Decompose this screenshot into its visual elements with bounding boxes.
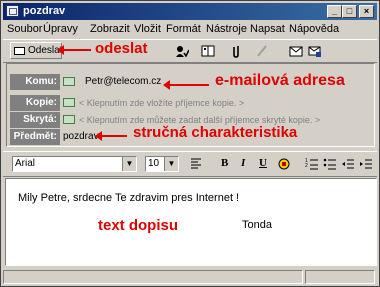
- font-select[interactable]: Arial ▼: [12, 156, 137, 172]
- status-bar: [3, 269, 377, 285]
- arrow-email: [163, 80, 209, 90]
- underline-button[interactable]: U: [259, 157, 267, 169]
- bcc-address-book-icon[interactable]: [63, 115, 75, 124]
- menu-soubor[interactable]: Soubor: [7, 23, 42, 35]
- menu-vlozit[interactable]: Vložit: [134, 23, 161, 35]
- menu-nastroje[interactable]: Nástroje: [206, 23, 247, 35]
- cc-label: Kopie:: [10, 95, 60, 111]
- annotation-send: odeslat: [95, 40, 148, 57]
- font-size-value: 10: [148, 158, 160, 169]
- message-body[interactable]: Mily Petre, srdecne Te zdravim pres Inte…: [5, 178, 377, 266]
- status-panel: [3, 270, 303, 284]
- signature-icon[interactable]: [289, 44, 303, 58]
- bcc-label: Skrytá:: [10, 112, 60, 128]
- menu-format[interactable]: Formát: [166, 23, 201, 35]
- font-size-select[interactable]: 10 ▼: [145, 156, 179, 172]
- window-title: pozdrav: [23, 5, 66, 17]
- subject-field[interactable]: pozdrav: [63, 129, 99, 145]
- close-button[interactable]: ×: [359, 5, 374, 18]
- paragraph-style-icon[interactable]: [189, 157, 203, 171]
- attach-icon[interactable]: [229, 44, 243, 58]
- numbered-list-icon[interactable]: 12: [305, 157, 319, 171]
- minimize-button[interactable]: _: [327, 5, 342, 18]
- chevron-down-icon: ▼: [164, 157, 178, 171]
- font-color-icon[interactable]: [277, 157, 291, 171]
- font-value: Arial: [15, 158, 36, 169]
- menu-napoveda[interactable]: Nápověda: [289, 23, 339, 35]
- mail-compose-window: pozdrav _ □ × Soubor Úpravy Zobrazit Vlo…: [0, 0, 380, 287]
- message-signature: Tonda: [242, 219, 272, 231]
- menu-zobrazit[interactable]: Zobrazit: [90, 23, 130, 35]
- annotation-subject: stručná charakteristika: [133, 124, 298, 141]
- encrypt-icon[interactable]: [308, 44, 322, 58]
- bold-button[interactable]: B: [221, 157, 228, 169]
- formatting-toolbar: Arial ▼ 10 ▼ B I U 12: [3, 151, 377, 177]
- maximize-button[interactable]: □: [342, 5, 357, 18]
- menu-bar: Soubor Úpravy Zobrazit Vložit Formát Nás…: [3, 21, 377, 38]
- arrow-send: [57, 45, 91, 55]
- menu-upravy[interactable]: Úpravy: [43, 23, 78, 35]
- to-address-book-icon[interactable]: [63, 77, 75, 86]
- subject-label: Předmět:: [10, 129, 60, 145]
- sign-icon[interactable]: [255, 44, 269, 58]
- cc-field[interactable]: < Klepnutím zde vložíte příjemce kopie. …: [79, 95, 244, 111]
- send-button[interactable]: Odeslat: [10, 42, 62, 59]
- bullet-list-icon[interactable]: [323, 157, 337, 171]
- chevron-down-icon: ▼: [122, 157, 136, 171]
- decrease-indent-icon[interactable]: [341, 157, 355, 171]
- to-field[interactable]: Petr@telecom.cz: [85, 74, 161, 90]
- annotation-body: text dopisu: [98, 217, 179, 234]
- italic-button[interactable]: I: [241, 157, 245, 169]
- message-text: Mily Petre, srdecne Te zdravim pres Inte…: [18, 192, 240, 204]
- increase-indent-icon[interactable]: [359, 157, 373, 171]
- svg-text:2: 2: [305, 163, 308, 169]
- send-icon: [14, 47, 25, 55]
- annotation-email: e-mailová adresa: [215, 72, 345, 89]
- address-book-icon[interactable]: [201, 44, 215, 58]
- status-panel-right: [305, 270, 375, 284]
- cc-address-book-icon[interactable]: [63, 98, 75, 107]
- arrow-subject: [95, 131, 127, 141]
- check-names-icon[interactable]: [175, 44, 189, 58]
- title-bar: pozdrav _ □ ×: [3, 3, 377, 20]
- message-window-icon: [6, 5, 19, 17]
- menu-napsat[interactable]: Napsat: [250, 23, 285, 35]
- to-label: Komu:: [10, 74, 60, 90]
